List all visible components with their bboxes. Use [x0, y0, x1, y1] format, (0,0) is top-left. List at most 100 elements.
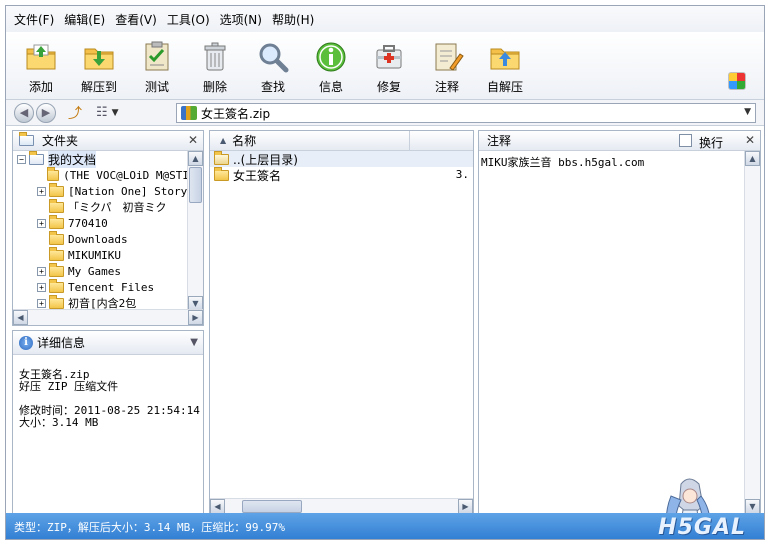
scroll-up-icon[interactable]: ▲ — [745, 151, 760, 166]
main-window: 文件(F) 编辑(E) 查看(V) 工具(O) 选项(N) 帮助(H) 添加 解… — [5, 5, 765, 540]
tree-item[interactable]: +770410 — [13, 214, 189, 231]
scroll-thumb[interactable] — [189, 167, 202, 203]
zip-archive-icon — [181, 106, 197, 120]
self-extract-label: 自解压 — [486, 80, 523, 94]
folder-icon — [49, 246, 64, 261]
tree-item[interactable]: + Tencent Files — [13, 278, 189, 295]
tree-item[interactable]: (THE VOC@LOiD M@STI — [13, 166, 189, 183]
extract-button[interactable]: 解压到 — [70, 32, 128, 96]
details-panel-title: 详细信息 — [37, 336, 86, 350]
scroll-right-icon[interactable]: ▶ — [188, 310, 203, 325]
info-icon — [316, 42, 346, 72]
close-icon[interactable]: ✕ — [188, 133, 198, 147]
extract-folder-icon — [84, 48, 114, 70]
address-value: 女王簽名.zip — [201, 106, 271, 121]
up-folder-icon[interactable]: ⤴ — [68, 103, 82, 123]
menu-options[interactable]: 选项(N) — [220, 11, 262, 28]
folder-panel-header: 文件夹 ✕ — [13, 131, 203, 151]
tree-item-label: Tencent Files — [68, 280, 155, 294]
column-name[interactable]: ▲ 名称 — [210, 131, 410, 150]
tree-item[interactable]: MIKUMIKU — [13, 246, 189, 263]
file-list-horizontal-scrollbar[interactable]: ◀ ▶ — [210, 498, 473, 514]
collapse-icon[interactable]: − — [17, 154, 26, 164]
status-bar: 类型：ZIP，解压后大小：3.14 MB，压缩比：99.97% H5GAL — [6, 513, 764, 540]
scroll-up-icon[interactable]: ▲ — [188, 151, 203, 166]
add-folder-icon — [26, 44, 56, 70]
tree-item[interactable]: Downloads — [13, 230, 189, 247]
folder-vertical-scrollbar[interactable]: ▲ ▼ — [187, 151, 203, 311]
folder-icon — [49, 262, 64, 277]
comment-button[interactable]: 注释 — [418, 32, 476, 96]
add-button[interactable]: 添加 — [12, 32, 70, 96]
extract-label: 解压到 — [80, 80, 117, 94]
wrap-checkbox[interactable] — [679, 134, 692, 147]
folder-icon — [214, 166, 229, 181]
tree-root-label: 我的文档 — [48, 151, 97, 168]
find-label: 查找 — [260, 80, 285, 94]
comment-vertical-scrollbar[interactable]: ▲ ▼ — [744, 151, 760, 514]
menu-edit[interactable]: 编辑(E) — [64, 11, 105, 28]
folder-icon — [49, 230, 64, 245]
scroll-down-icon[interactable]: ▼ — [745, 499, 760, 514]
tree-item[interactable]: 「ミクパ 初音ミク — [13, 198, 189, 215]
tree-root[interactable]: − 我的文档 — [13, 151, 189, 168]
file-row-parent[interactable]: ..(上层目录) — [210, 150, 473, 167]
folder-panel-title: 文件夹 — [42, 134, 79, 148]
repair-button[interactable]: 修复 — [360, 32, 418, 96]
delete-button[interactable]: 删除 — [186, 32, 244, 96]
brand-logo: H5GAL — [658, 515, 746, 540]
documents-folder-icon — [29, 151, 44, 165]
details-size: 大小：3.14 MB — [19, 416, 99, 429]
forward-arrow-icon[interactable]: ▶ — [36, 102, 56, 123]
file-name: 女王簽名 — [233, 168, 282, 183]
test-label: 测试 — [144, 80, 169, 94]
test-button[interactable]: 测试 — [128, 32, 186, 96]
comment-panel: 注释 换行 ✕ MIKU家族兰音 bbs.h5gal.com ▲ ▼ — [478, 130, 761, 515]
menu-tools[interactable]: 工具(O) — [167, 11, 210, 28]
back-arrow-icon[interactable]: ◀ — [14, 102, 34, 123]
tree-item[interactable]: + [Nation One] Story — [13, 182, 189, 199]
tree-item-label: Downloads — [68, 232, 128, 246]
info-button[interactable]: 信息 — [302, 32, 360, 96]
wrap-label: 换行 — [699, 136, 724, 150]
folder-tree: − 我的文档 (THE VOC@LOiD M@STI + [Nation One]… — [13, 151, 189, 311]
info-icon: i — [19, 335, 33, 350]
comment-text[interactable]: MIKU家族兰音 bbs.h5gal.com — [479, 151, 760, 173]
add-label: 添加 — [28, 80, 53, 94]
details-panel-header[interactable]: i 详细信息 ▼ — [13, 331, 203, 355]
menu-view[interactable]: 查看(V) — [115, 11, 157, 28]
theme-color-icon[interactable] — [728, 72, 746, 90]
self-extract-button[interactable]: 自解压 — [476, 32, 534, 96]
tree-item-label: 「ミクパ 初音ミク — [68, 201, 167, 214]
menu-help[interactable]: 帮助(H) — [272, 11, 314, 28]
file-size: 3. — [455, 168, 469, 181]
menu-file[interactable]: 文件(F) — [14, 11, 54, 28]
address-dropdown-icon[interactable]: ▼ — [744, 107, 751, 117]
scroll-left-icon[interactable]: ◀ — [13, 310, 28, 325]
scroll-left-icon[interactable]: ◀ — [210, 499, 225, 514]
comment-title: 注释 — [487, 134, 512, 148]
expand-icon[interactable]: + — [37, 298, 46, 308]
view-dropdown-icon[interactable]: ▼ — [112, 108, 119, 118]
view-mode-icon[interactable]: ☷ — [96, 105, 108, 120]
sort-up-icon: ▲ — [220, 136, 227, 145]
folder-icon — [49, 198, 64, 213]
repair-kit-icon — [376, 45, 402, 69]
scroll-thumb[interactable] — [242, 500, 302, 513]
expand-icon[interactable]: + — [37, 266, 46, 276]
expand-icon[interactable]: + — [37, 282, 46, 292]
close-icon[interactable]: ✕ — [745, 133, 755, 147]
repair-label: 修复 — [376, 80, 401, 94]
file-row[interactable]: 女王簽名 3. — [210, 166, 473, 183]
collapse-chevron-icon[interactable]: ▼ — [190, 337, 198, 348]
address-field[interactable]: 女王簽名.zip ▼ — [176, 103, 756, 123]
address-bar: ◀ ▶ ⤴ ☷ ▼ 女王簽名.zip ▼ — [6, 100, 764, 126]
find-button[interactable]: 查找 — [244, 32, 302, 96]
tree-item[interactable]: + My Games — [13, 262, 189, 279]
column-name-label: 名称 — [232, 134, 257, 148]
folder-horizontal-scrollbar[interactable]: ◀ ▶ — [13, 309, 203, 325]
menu-bar: 文件(F) 编辑(E) 查看(V) 工具(O) 选项(N) 帮助(H) — [6, 6, 764, 32]
scroll-right-icon[interactable]: ▶ — [458, 499, 473, 514]
expand-icon[interactable]: + — [37, 218, 46, 228]
expand-icon[interactable]: + — [37, 186, 46, 196]
